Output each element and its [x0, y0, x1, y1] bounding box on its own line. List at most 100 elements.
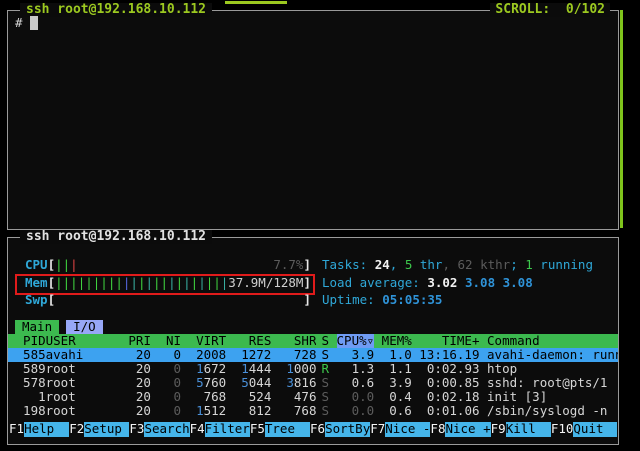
column-header-virt[interactable]: VIRT [181, 334, 226, 348]
meter-bar: | [176, 276, 184, 290]
cell-cpu: 0.0 [337, 404, 375, 418]
cell-cpu: 0.6 [337, 376, 375, 390]
fkey-f1[interactable]: F1Help [9, 422, 69, 437]
meters-column: CPU[|||7.7%]Mem[|||||||||||||||||||||||3… [25, 258, 311, 311]
cell-cpu: 1.3 [337, 362, 375, 376]
cell-ni: 0 [151, 376, 181, 390]
cell-cmd: sshd: root@pts/1 [480, 376, 619, 390]
column-header-mem[interactable]: MEM% [374, 334, 412, 348]
cell-time: 0:01.06 [412, 404, 480, 418]
cell-ni: 0 [151, 348, 181, 362]
cell-mem: 0.6 [374, 404, 412, 418]
cell-user: root [46, 362, 121, 376]
process-table: MainI/O PIDUSERPRINIVIRTRESSHRSCPU%▿MEM%… [8, 320, 618, 418]
table-header-row: PIDUSERPRINIVIRTRESSHRSCPU%▿MEM%TIME+Com… [8, 334, 618, 348]
meter-bar: | [55, 276, 63, 290]
cell-shr: 768 [271, 404, 316, 418]
column-header-cmd[interactable]: Command [480, 334, 619, 348]
cell-pid: 589 [8, 362, 46, 376]
fkey-f9[interactable]: F9Kill [491, 422, 551, 437]
cpu-meter-label: CPU [25, 257, 48, 272]
cell-res: 812 [226, 404, 271, 418]
meter-bar: | [161, 276, 169, 290]
cell-shr: 3816 [271, 376, 316, 390]
fkey-f4[interactable]: F4Filter [190, 422, 250, 437]
shell-prompt[interactable]: # [15, 16, 38, 30]
stats-column: Tasks: 24, 5 thr, 62 kthr; 1 running Load… [322, 258, 593, 311]
meter-bar: | [153, 276, 161, 290]
cell-s: S [316, 390, 336, 404]
process-row[interactable]: 589root200167214441000R1.31.10:02.93htop [8, 362, 618, 376]
meter-bar: | [85, 276, 93, 290]
cell-res: 1272 [226, 348, 271, 362]
cell-pid: 198 [8, 404, 46, 418]
meter-bar: | [168, 276, 176, 290]
cell-ni: 0 [151, 362, 181, 376]
meter-bar: | [221, 276, 229, 290]
cell-shr: 1000 [271, 362, 316, 376]
scroll-position-indicator: SCROLL: 0/102 [490, 3, 610, 17]
prompt-symbol: # [15, 15, 23, 30]
scrollbar[interactable] [620, 10, 623, 228]
meter-bar: | [70, 276, 78, 290]
cell-pid: 585 [8, 348, 46, 362]
meter-bar: | [213, 276, 221, 290]
tab-i-o[interactable]: I/O [66, 320, 103, 334]
process-row[interactable]: 585avahi20020081272728S3.91.013:16.19ava… [8, 348, 618, 362]
fkey-f2[interactable]: F2Setup [69, 422, 129, 437]
column-header-time[interactable]: TIME+ [412, 334, 480, 348]
cell-user: root [46, 390, 121, 404]
fkey-f5[interactable]: F5Tree [250, 422, 310, 437]
column-header-ni[interactable]: NI [151, 334, 181, 348]
shell-pane[interactable]: ssh root@192.168.10.112 SCROLL: 0/102 # [7, 10, 619, 230]
function-key-bar: F1HelpF2SetupF3SearchF4FilterF5TreeF6Sor… [9, 422, 617, 437]
process-row[interactable]: 198root2001512812768S0.00.60:01.06/sbin/… [8, 404, 618, 418]
meter-bar: | [183, 276, 191, 290]
cell-virt: 1672 [181, 362, 226, 376]
fkey-f7[interactable]: F7Nice - [370, 422, 430, 437]
process-row[interactable]: 1root200768524476S0.00.40:02.18init [3] [8, 390, 618, 404]
column-header-pri[interactable]: PRI [121, 334, 151, 348]
mem-meter: Mem[|||||||||||||||||||||||37.9M/128M] [25, 276, 311, 290]
column-header-shr[interactable]: SHR [271, 334, 316, 348]
tasks-line: Tasks: 24, 5 thr, 62 kthr; 1 running [322, 258, 593, 272]
cell-res: 524 [226, 390, 271, 404]
fkey-f10[interactable]: F10Quit [551, 422, 617, 437]
cell-mem: 1.0 [374, 348, 412, 362]
meter-bar: | [145, 276, 153, 290]
column-header-pid[interactable]: PID [8, 334, 46, 348]
load-average-line: Load average: 3.02 3.08 3.08 [322, 276, 593, 290]
meter-bar: | [70, 258, 78, 272]
fkey-f6[interactable]: F6SortBy [310, 422, 370, 437]
cell-pri: 20 [121, 348, 151, 362]
fkey-f3[interactable]: F3Search [129, 422, 189, 437]
cell-pid: 1 [8, 390, 46, 404]
meter-bar: | [198, 276, 206, 290]
cell-pri: 20 [121, 362, 151, 376]
cell-cmd: avahi-daemon: running [480, 348, 619, 362]
meter-bar: | [130, 276, 138, 290]
shell-pane-title: ssh root@192.168.10.112 [20, 3, 212, 17]
table-rows: 585avahi20020081272728S3.91.013:16.19ava… [8, 348, 618, 418]
tab-main[interactable]: Main [15, 320, 59, 334]
cell-mem: 3.9 [374, 376, 412, 390]
screen-tabs: Main I/O [8, 320, 618, 335]
column-header-cpu[interactable]: CPU%▿ [337, 334, 375, 348]
cell-shr: 728 [271, 348, 316, 362]
cell-ni: 0 [151, 390, 181, 404]
column-header-user[interactable]: USER [46, 334, 121, 348]
process-row[interactable]: 578root200576050443816S0.63.90:00.85sshd… [8, 376, 618, 390]
cell-user: avahi [46, 348, 121, 362]
swp-meter: Swp[0K/0K] [25, 293, 311, 307]
mem-meter-value: 37.9M/128M [228, 276, 303, 290]
cell-cpu: 0.0 [337, 390, 375, 404]
htop-pane[interactable]: ssh root@192.168.10.112 CPU[|||7.7%]Mem[… [7, 237, 619, 445]
htop-app: CPU[|||7.7%]Mem[|||||||||||||||||||||||3… [8, 238, 618, 444]
column-header-res[interactable]: RES [226, 334, 271, 348]
fkey-f8[interactable]: F8Nice + [430, 422, 490, 437]
meter-bar: | [100, 276, 108, 290]
cell-cpu: 3.9 [337, 348, 375, 362]
column-header-s[interactable]: S [316, 334, 336, 348]
cell-s: R [316, 362, 336, 376]
cell-pri: 20 [121, 376, 151, 390]
